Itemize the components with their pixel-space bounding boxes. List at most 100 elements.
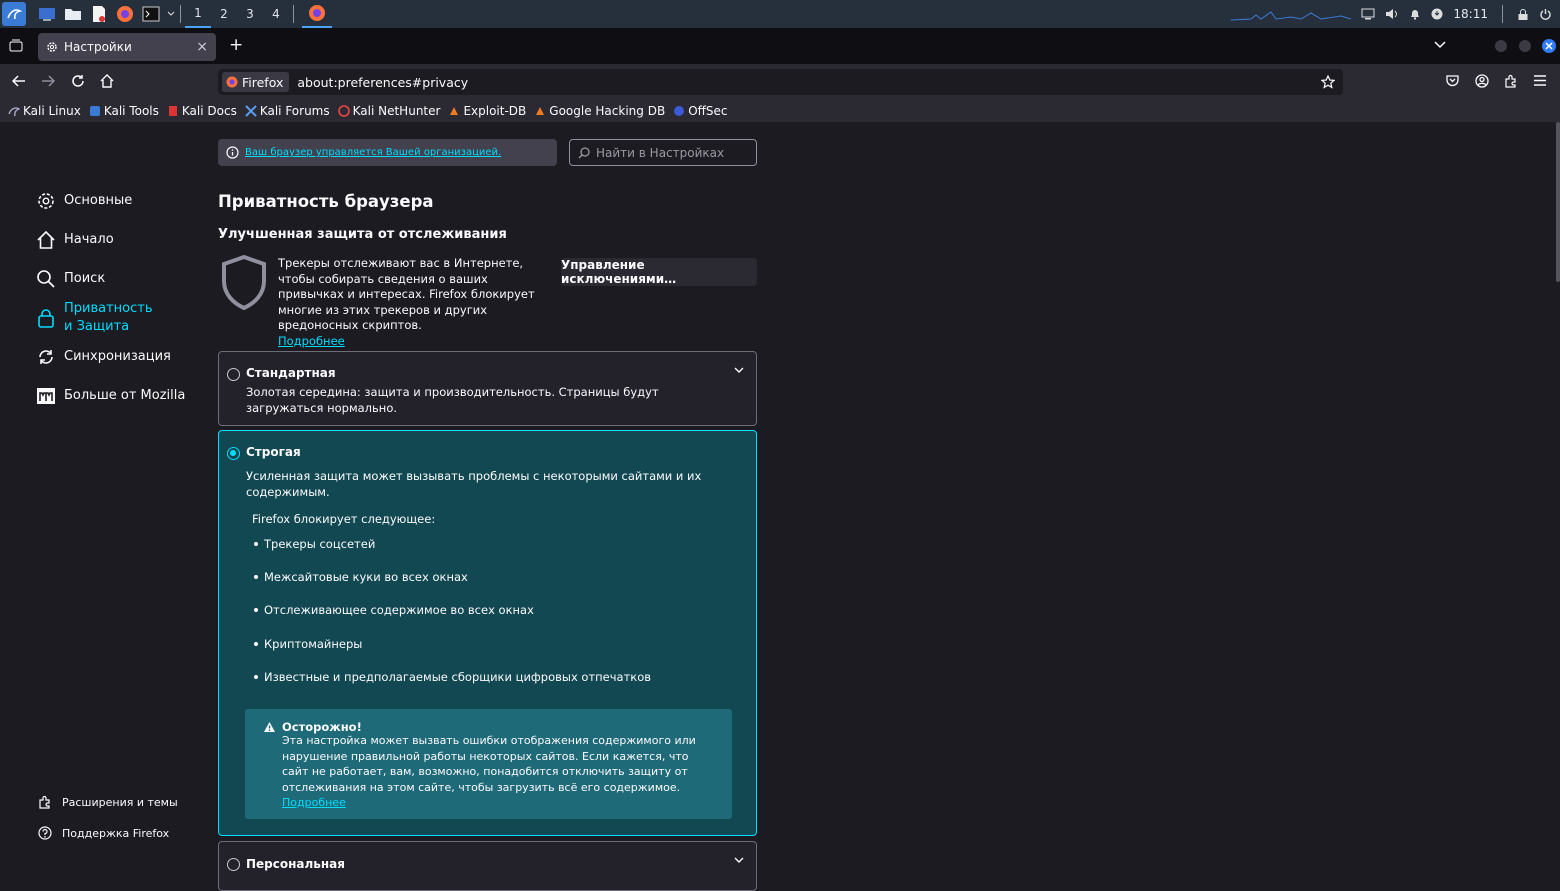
divider [180,5,181,23]
radio-custom[interactable] [227,858,240,871]
lock-icon [36,308,56,328]
chevron-down-icon[interactable] [166,3,176,25]
option-title: Персональная [246,857,345,871]
hamburger-menu-icon[interactable] [1534,75,1546,86]
sidebar-item-general[interactable]: Основные [36,191,132,211]
workspace-1[interactable]: 1 [185,0,211,28]
sidebar-item-mozilla[interactable]: Больше от Mozilla [36,386,185,406]
new-tab-button[interactable]: + [229,35,243,55]
home-icon[interactable] [100,74,114,88]
bookmark-star-icon[interactable] [1321,75,1335,89]
terminal-icon[interactable] [140,3,162,25]
policy-link[interactable]: Ваш браузер управляется Вашей организаци… [245,147,501,158]
tracking-description: Трекеры отслеживают вас в Интернете, что… [278,256,550,349]
settings-search-input[interactable]: Найти в Настройках [569,139,757,166]
scrollbar[interactable] [1556,122,1560,282]
bookmark-kali-nethunter[interactable]: Kali NetHunter [337,103,441,118]
maximize-button[interactable] [1519,40,1531,52]
policy-notice: Ваш браузер управляется Вашей организаци… [218,139,557,166]
firefox-window-icon[interactable] [302,0,332,28]
desktop-icon[interactable] [36,3,58,25]
forward-icon[interactable] [41,75,55,87]
list-all-tabs-icon[interactable] [1434,41,1446,49]
bookmark-label: Kali NetHunter [352,103,441,118]
search-placeholder: Найти в Настройках [596,145,725,160]
section-title: Улучшенная защита от отслеживания [218,227,507,242]
notifications-icon[interactable] [1409,8,1421,20]
workspace-2[interactable]: 2 [211,0,237,28]
tab-settings[interactable]: Настройки × [38,33,216,61]
radio-strict[interactable] [227,447,240,460]
pocket-icon[interactable] [1446,75,1459,87]
identity-box[interactable]: Firefox [222,72,290,92]
bookmark-exploit-db[interactable]: Exploit-DB [448,104,526,118]
account-icon[interactable] [1475,74,1489,88]
display-icon[interactable] [1361,8,1375,20]
workspace-3[interactable]: 3 [237,0,263,28]
offsec-icon [673,105,685,117]
bookmark-offsec[interactable]: OffSec [673,104,728,118]
bookmark-kali-linux[interactable]: Kali Linux [8,104,81,118]
option-custom[interactable]: Персональная [218,841,757,891]
option-strict[interactable]: Строгая Усиленная защита может вызывать … [218,430,757,836]
list-item: Известные и предполагаемые сборщики цифр… [254,670,651,684]
chevron-down-icon[interactable] [734,366,744,376]
bookmark-label: Kali Docs [181,103,237,118]
option-desc: Усиленная защита может вызывать проблемы… [246,469,702,499]
learn-more-link[interactable]: Подробнее [278,334,345,348]
update-icon[interactable] [1431,8,1443,20]
power-icon[interactable] [1539,8,1552,21]
mozilla-icon [36,386,56,406]
close-window-button[interactable] [1542,39,1556,53]
bookmarks-toolbar: Kali Linux Kali Tools Kali Docs Kali For… [0,99,1560,122]
url-text[interactable]: about:preferences#privacy [297,75,468,90]
sidebar-item-label: Больше от Mozilla [64,388,186,403]
bookmark-label: Google Hacking DB [549,103,666,118]
gear-icon [36,191,56,211]
gear-icon [46,41,58,53]
kali-forums-icon [245,104,257,117]
sidebar-item-privacy[interactable]: Приватность и Защита [36,300,164,336]
list-item: Отслеживающее содержимое во всех окнах [254,603,534,617]
sidebar-item-sync[interactable]: Синхронизация [36,347,171,367]
sidebar-link-support[interactable]: Поддержка Firefox [38,826,169,840]
nethunter-icon [337,104,350,117]
list-item: Межсайтовые куки во всех окнах [254,570,468,584]
shield-icon [219,254,269,310]
lock-screen-icon[interactable] [1517,8,1529,21]
volume-icon[interactable] [1385,8,1399,20]
chevron-down-icon[interactable] [734,856,744,866]
identity-label: Firefox [242,74,284,90]
bookmark-kali-tools[interactable]: Kali Tools [89,104,159,118]
list-item: Трекеры соцсетей [254,537,375,551]
bookmark-label: Kali Forums [259,103,330,118]
radio-standard[interactable] [227,368,240,381]
navigation-toolbar: Firefox about:preferences#privacy [0,64,1560,99]
sidebar-item-home[interactable]: Начало [36,230,114,250]
reload-icon[interactable] [71,74,85,88]
text-editor-icon[interactable] [88,3,110,25]
close-icon[interactable]: × [196,39,208,55]
warning-text-block: Эта настройка может вызвать ошибки отобр… [282,733,712,811]
warning-text: Эта настройка может вызвать ошибки отобр… [282,734,696,794]
workspace-4[interactable]: 4 [263,0,289,28]
warning-learn-more-link[interactable]: Подробнее [282,796,346,809]
kali-menu-icon[interactable] [2,2,26,26]
option-standard[interactable]: Стандартная Золотая середина: защита и п… [218,351,757,426]
back-icon[interactable] [12,75,26,87]
bookmark-kali-docs[interactable]: Kali Docs [167,104,237,118]
bookmark-google-hacking-db[interactable]: Google Hacking DB [534,104,665,118]
sidebar-link-extensions[interactable]: Расширения и темы [38,795,178,809]
bookmark-kali-forums[interactable]: Kali Forums [245,104,330,118]
extensions-icon[interactable] [1504,74,1518,88]
firefox-launcher-icon[interactable] [114,3,136,25]
minimize-button[interactable] [1495,40,1507,52]
sidebar-item-label: Приватность и Защита [64,301,153,334]
file-manager-icon[interactable] [62,3,84,25]
sidebar-item-search[interactable]: Поиск [36,269,105,289]
list-item: Криптомайнеры [254,637,362,651]
manage-exceptions-button[interactable]: Управление исключениями… [561,258,757,286]
tab-title: Настройки [64,40,132,54]
url-bar[interactable]: Firefox about:preferences#privacy [218,69,1343,95]
firefox-view-icon[interactable] [9,39,23,52]
